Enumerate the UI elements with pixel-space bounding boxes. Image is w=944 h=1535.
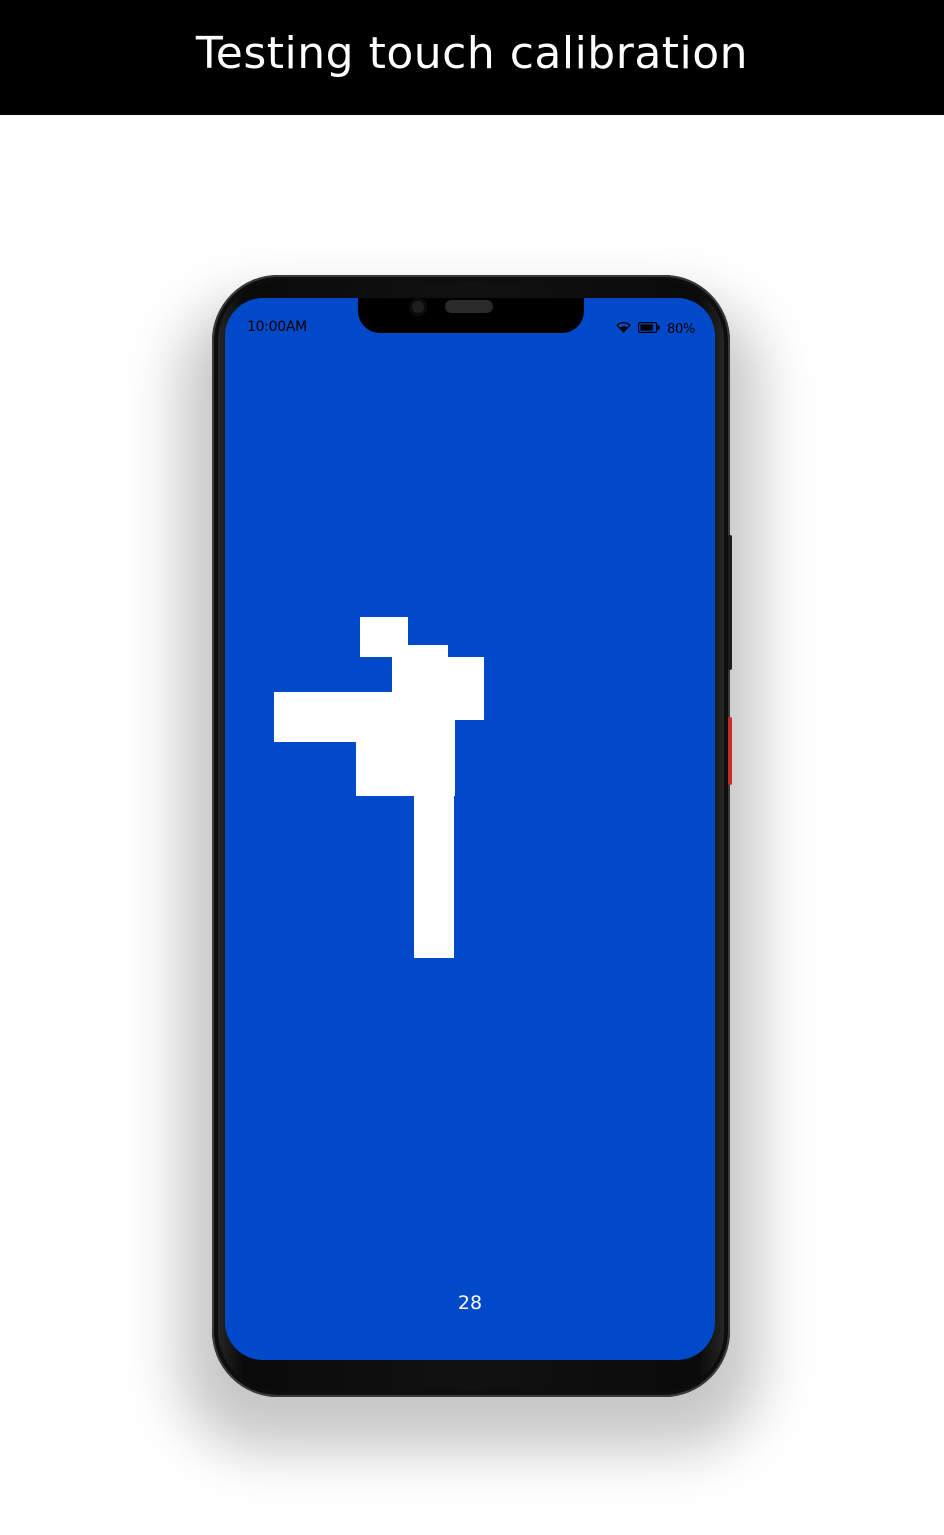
touch-canvas[interactable]: [225, 298, 715, 1360]
battery-percent: 80%: [667, 321, 695, 337]
phone-screen[interactable]: 10:00AM 80% 28: [225, 298, 715, 1360]
banner-title: Testing touch calibration: [195, 28, 749, 79]
header-banner: Testing touch calibration: [0, 0, 944, 115]
wifi-icon: [616, 320, 631, 338]
touch-trace-block: [414, 792, 454, 958]
volume-button: [728, 535, 732, 670]
status-icons: 80%: [616, 320, 695, 338]
screen-notch: [358, 298, 584, 333]
battery-icon: [638, 320, 660, 338]
speaker-grille: [445, 300, 493, 313]
touch-trace-block: [356, 718, 455, 796]
status-time: 10:00AM: [247, 319, 307, 335]
front-camera-icon: [409, 298, 427, 316]
touch-counter: 28: [457, 1292, 483, 1314]
power-button: [728, 717, 732, 785]
